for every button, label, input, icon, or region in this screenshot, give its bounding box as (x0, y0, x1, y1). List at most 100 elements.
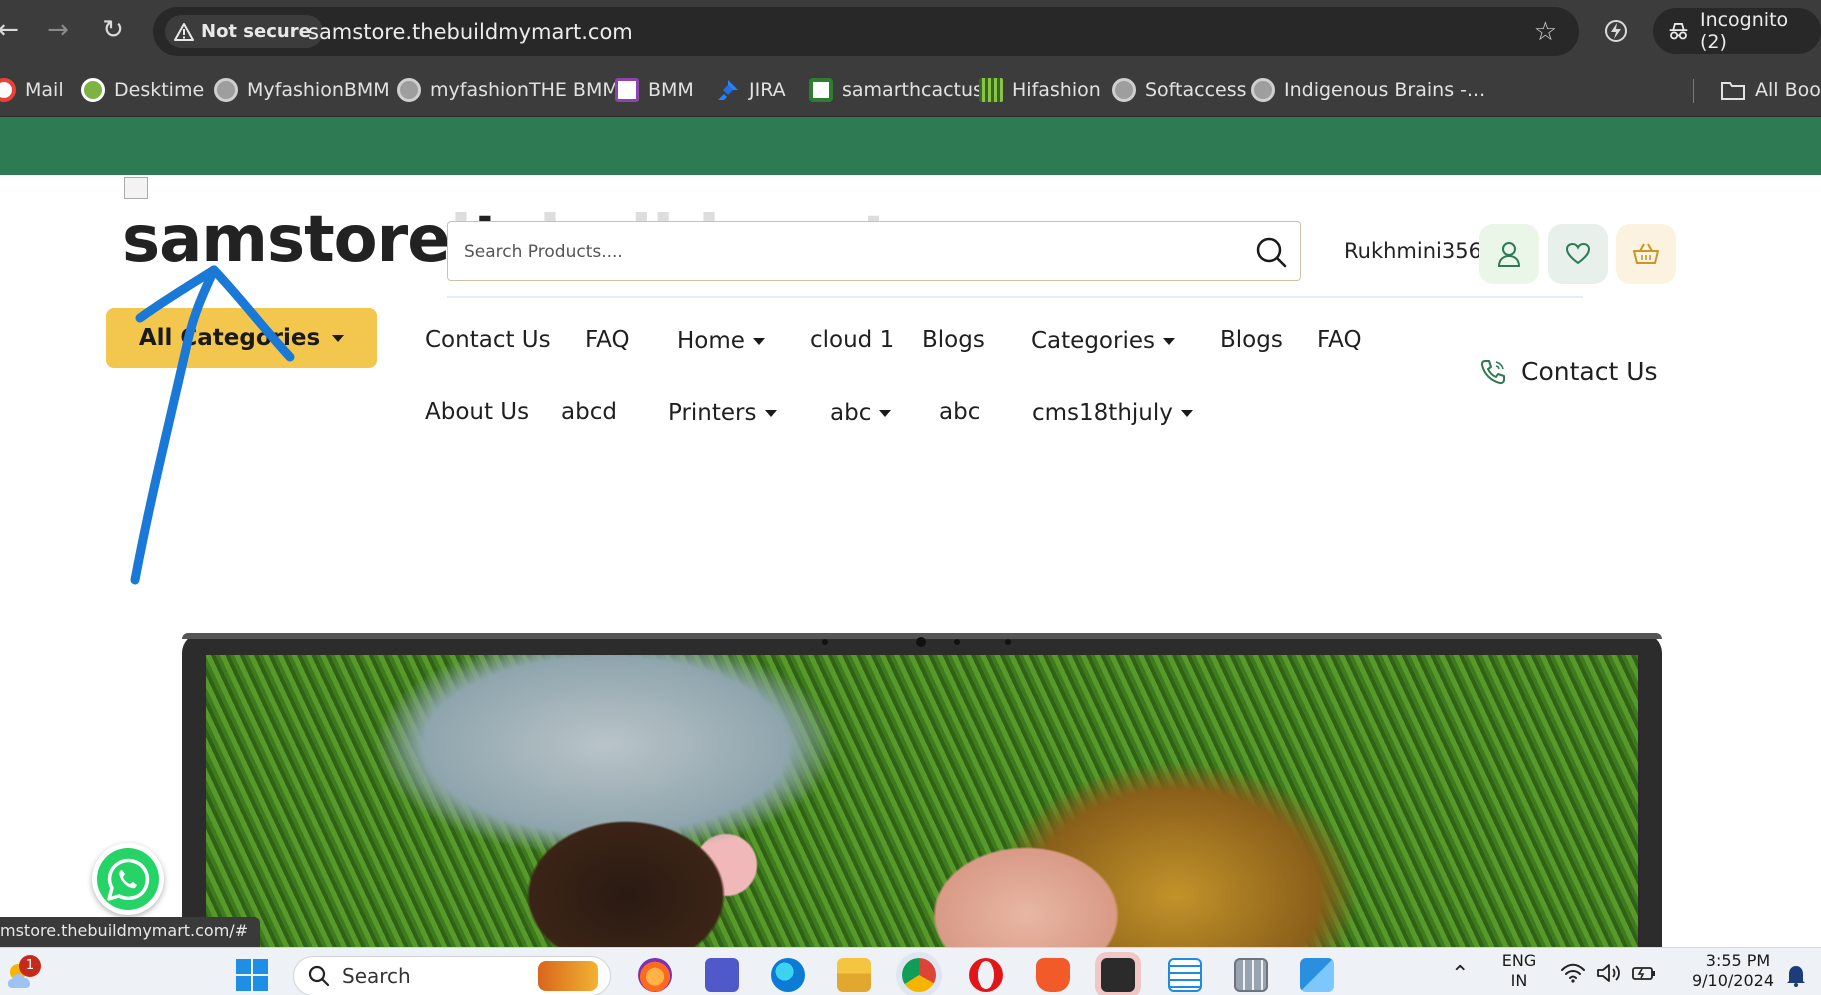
hifashion-icon (979, 78, 1003, 102)
nav-home[interactable]: Home (677, 328, 765, 354)
all-categories-button[interactable]: All Categories (106, 308, 377, 368)
photos-icon[interactable] (1300, 958, 1334, 992)
extension-icon[interactable] (1601, 16, 1631, 46)
reload-icon[interactable]: ↻ (99, 16, 127, 44)
bookmark-jira[interactable]: JIRA (716, 76, 786, 104)
region-label[interactable]: IN (1499, 971, 1539, 990)
phone-icon (1480, 359, 1505, 384)
firefox-icon[interactable] (638, 958, 672, 992)
bookmark-myfashionbmm[interactable]: MyfashionBMM (214, 76, 390, 104)
back-icon[interactable]: ← (0, 16, 22, 44)
heart-icon (1565, 242, 1591, 265)
bookmarks-bar: Mail Desktime MyfashionBMM myfashionTHE … (0, 62, 1821, 117)
taskbar-search-label: Search (342, 964, 411, 988)
laptop-camera (916, 637, 926, 647)
caret-down-icon (1180, 409, 1193, 417)
security-chip[interactable]: Not secure (165, 15, 323, 48)
laptop-camera-dot (1005, 639, 1011, 645)
nav-cloud-1[interactable]: cloud 1 (810, 327, 894, 353)
battery-icon[interactable] (1631, 962, 1657, 984)
taskbar-search[interactable]: Search (293, 956, 611, 995)
clock-time[interactable]: 3:55 PM (1693, 951, 1783, 970)
jira-icon (718, 80, 738, 100)
incognito-button[interactable]: Incognito (2) (1653, 8, 1821, 54)
edge-icon[interactable] (771, 958, 805, 992)
site-top-bar (0, 117, 1821, 175)
cactus-icon (809, 78, 833, 102)
nav-faq[interactable]: FAQ (585, 327, 630, 353)
forward-icon[interactable]: → (44, 16, 72, 44)
folder-icon (1721, 82, 1745, 100)
hero-banner[interactable] (182, 633, 1662, 995)
globe-icon (214, 78, 238, 102)
globe-icon (1251, 78, 1275, 102)
account-username[interactable]: Rukhmini356 (1344, 239, 1482, 263)
nav-printers[interactable]: Printers (668, 400, 777, 426)
nav-cms18thjuly[interactable]: cms18thjuly (1032, 400, 1193, 426)
whatsapp-button[interactable] (92, 843, 164, 915)
account-button[interactable] (1479, 224, 1539, 284)
bookmark-indigenous-brains[interactable]: Indigenous Brains -... (1251, 76, 1485, 104)
bookmark-mail[interactable]: Mail (0, 76, 64, 104)
start-button[interactable] (235, 958, 269, 992)
broken-logo-image-icon (124, 177, 148, 199)
nav-faq-2[interactable]: FAQ (1317, 327, 1362, 353)
site-logo[interactable]: samstore.t (122, 203, 503, 277)
caret-down-icon (1162, 337, 1175, 345)
search-icon[interactable] (1254, 235, 1288, 269)
search-icon (308, 965, 330, 987)
all-bookmarks-folder[interactable]: All Book (1720, 76, 1821, 104)
product-search (447, 221, 1301, 281)
all-categories-label: All Categories (138, 325, 321, 351)
clock-date[interactable]: 9/10/2024 (1683, 971, 1783, 990)
incognito-icon (1669, 23, 1688, 40)
bookmark-desktime[interactable]: Desktime (81, 76, 204, 104)
notification-bell-icon[interactable] (1785, 963, 1807, 987)
nav-contact-us[interactable]: Contact Us (425, 327, 551, 353)
status-bar-url: mstore.thebuildmymart.com/# (0, 917, 261, 947)
search-input[interactable] (464, 236, 1224, 268)
header-contact-label: Contact Us (1521, 357, 1658, 386)
nav-categories[interactable]: Categories (1031, 328, 1175, 354)
calculator-icon[interactable] (1234, 958, 1268, 992)
bookmark-myfashion-the-bmm[interactable]: myfashionTHE BMM (397, 76, 619, 104)
notepad-icon[interactable] (1168, 958, 1202, 992)
cart-button[interactable] (1616, 224, 1676, 284)
bmm-icon (615, 78, 639, 102)
nav-abcd[interactable]: abcd (561, 399, 617, 425)
nav-blogs[interactable]: Blogs (922, 327, 985, 353)
browser-toolbar: ← → ↻ Not secure samstore.thebuildmymart… (0, 0, 1821, 62)
bookmark-hifashion[interactable]: Hifashion (979, 76, 1101, 104)
nav-about-us[interactable]: About Us (425, 399, 529, 425)
windows-logo-icon (236, 959, 268, 991)
file-explorer-icon[interactable] (837, 958, 871, 992)
bookmark-star-icon[interactable]: ☆ (1534, 17, 1557, 47)
sticky-app-icon[interactable] (1101, 958, 1135, 992)
wifi-icon[interactable] (1560, 962, 1586, 984)
caret-down-icon (879, 409, 892, 417)
nav-abc[interactable]: abc (939, 399, 980, 425)
bookmark-bmm[interactable]: BMM (615, 76, 694, 104)
language-label[interactable]: ENG (1499, 951, 1539, 970)
laptop-camera-dot (954, 639, 960, 645)
opera-icon[interactable] (969, 958, 1003, 992)
wishlist-button[interactable] (1548, 224, 1608, 284)
warning-icon (174, 22, 194, 41)
volume-icon[interactable] (1595, 962, 1621, 984)
chevron-up-icon[interactable]: ⌃ (1451, 962, 1469, 987)
globe-icon (397, 78, 421, 102)
header-divider (447, 296, 1583, 298)
brave-icon[interactable] (1036, 958, 1070, 992)
header-contact-link[interactable]: Contact Us (1479, 357, 1658, 386)
nav-blogs-2[interactable]: Blogs (1220, 327, 1283, 353)
bookmark-samarthcactus[interactable]: samarthcactus (809, 76, 983, 104)
nav-abc-dropdown[interactable]: abc (830, 400, 892, 426)
caret-down-icon (764, 409, 777, 417)
windows-taskbar: Search ⌃ ENG IN 3:55 PM 9/10/2024 (0, 947, 1821, 995)
address-bar[interactable]: Not secure samstore.thebuildmymart.com ☆ (153, 7, 1579, 56)
bookmark-softaccess[interactable]: Softaccess (1112, 76, 1247, 104)
gmail-icon (0, 78, 16, 102)
chrome-icon[interactable] (902, 958, 936, 992)
teams-icon[interactable] (705, 958, 739, 992)
url-text[interactable]: samstore.thebuildmymart.com (308, 20, 633, 44)
